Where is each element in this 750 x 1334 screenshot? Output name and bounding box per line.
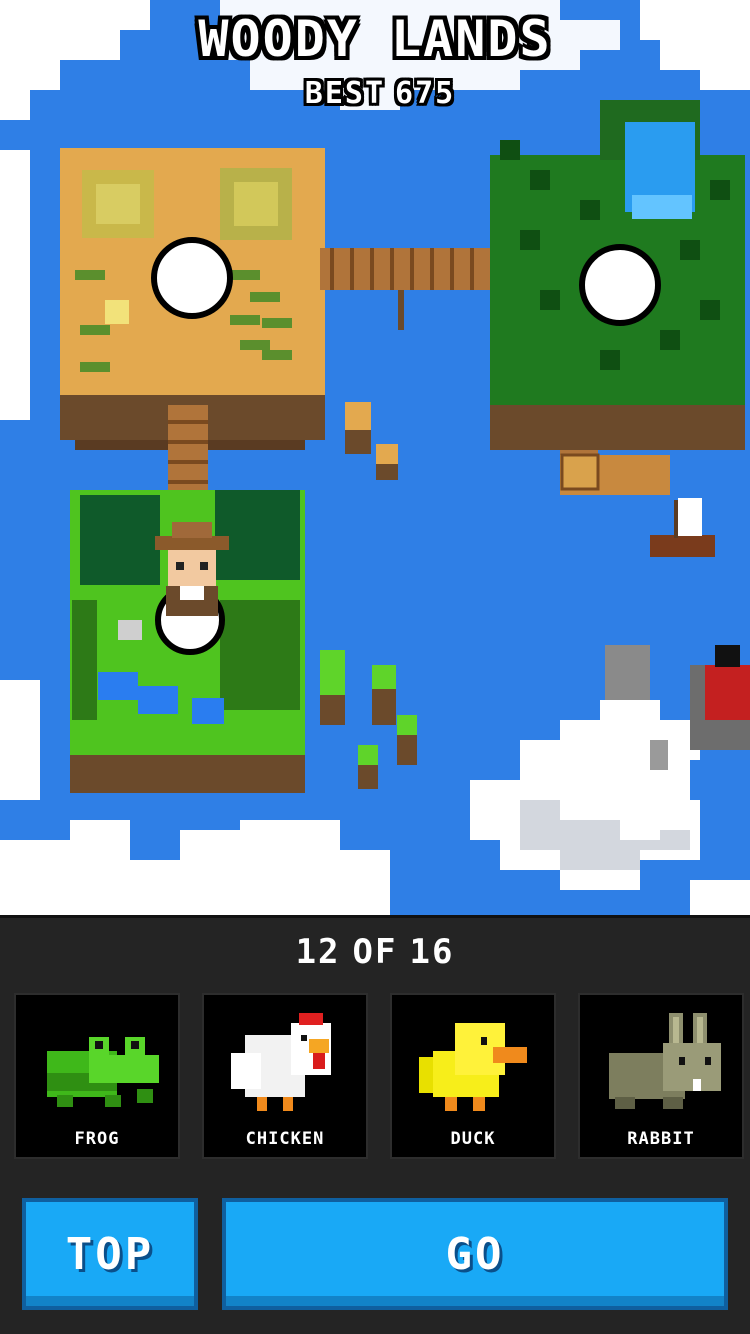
character-card-frog[interactable]: FROG	[14, 993, 180, 1159]
frog-icon	[47, 1037, 159, 1107]
duck-icon	[419, 1023, 527, 1111]
character-card-chicken[interactable]: CHICKEN	[202, 993, 368, 1159]
unlocked-count: 12	[295, 932, 341, 972]
top-button[interactable]: TOP	[22, 1198, 198, 1310]
character-name: DUCK	[450, 1129, 496, 1149]
boat	[650, 498, 715, 557]
game-screen: WOODY LANDS BEST 675 12 OF 16 FROG CHICK…	[0, 0, 750, 1334]
world-map[interactable]: WOODY LANDS BEST 675	[0, 0, 750, 915]
character-panel: 12 OF 16 FROG CHICKEN DUCK RABBIT TOP GO	[0, 915, 750, 1334]
rabbit-icon	[609, 1013, 721, 1109]
character-card-rabbit[interactable]: RABBIT	[578, 993, 744, 1159]
of-label: OF	[352, 932, 398, 972]
character-card-duck[interactable]: DUCK	[390, 993, 556, 1159]
unlock-progress: 12 OF 16	[0, 932, 750, 972]
total-count: 16	[409, 932, 455, 972]
best-label: BEST	[304, 76, 386, 111]
chicken-icon	[231, 1013, 331, 1111]
character-name: RABBIT	[627, 1129, 695, 1149]
character-name: FROG	[74, 1129, 120, 1149]
desert-island	[60, 148, 325, 450]
go-button[interactable]: GO	[222, 1198, 728, 1310]
map-scene	[0, 0, 750, 915]
rock-pillars	[320, 402, 417, 789]
level-title: WOODY LANDS	[198, 10, 552, 68]
character-name: CHICKEN	[245, 1129, 325, 1149]
character-list: FROG CHICKEN DUCK RABBIT	[14, 993, 744, 1161]
jungle-island	[490, 100, 745, 450]
best-value: 675	[395, 76, 456, 111]
best-score: BEST 675	[0, 76, 750, 111]
